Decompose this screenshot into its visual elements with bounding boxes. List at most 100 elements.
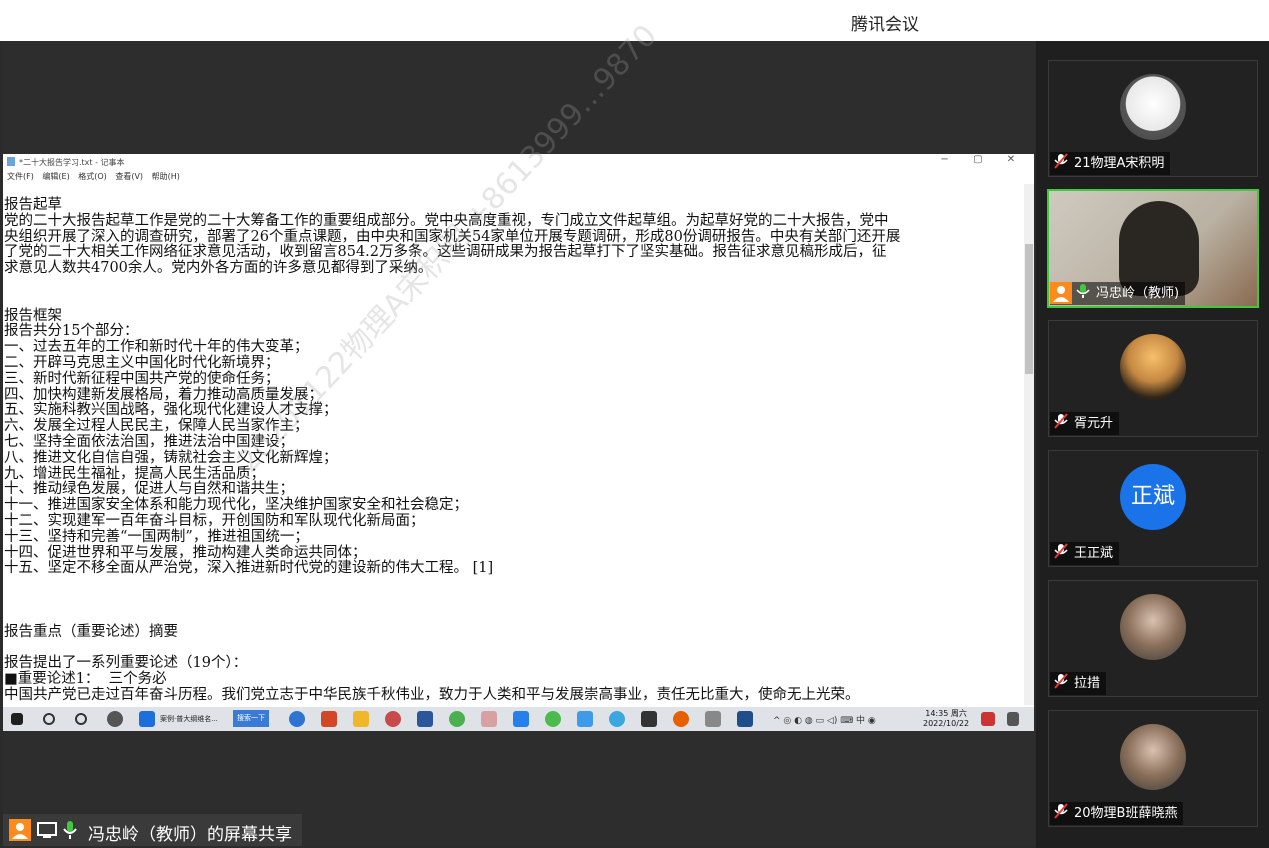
text-line: ■重要论述1： 三个务必 (4, 670, 167, 687)
text-line: 报告起草 (4, 197, 62, 213)
text-line: 二、开辟马克思主义中国化时代化新境界； (4, 354, 280, 371)
task-view-icon[interactable] (75, 713, 87, 725)
participant-tile[interactable]: 拉措 (1048, 580, 1258, 697)
notepad-text-area[interactable]: 报告起草 党的二十大报告起草工作是党的二十大筹备工作的重要组成部分。党中央高度重视… (4, 197, 1024, 704)
firefox-icon[interactable] (673, 711, 689, 727)
participant-namebar: 胥元升 (1050, 412, 1120, 435)
mic-off-icon (1054, 153, 1068, 169)
word-icon[interactable] (417, 711, 433, 727)
participant-name: 胥元升 (1074, 416, 1114, 431)
text-line: 三、新时代新征程中国共产党的使命任务； (4, 370, 280, 387)
text-line (4, 293, 1024, 309)
text-line: 四、加快构建新发展格局，着力推动高质量发展； (4, 386, 323, 403)
search-button[interactable]: 搜索一下 (233, 710, 269, 727)
text-line: 报告重点（重要论述）摘要 (4, 623, 178, 640)
mic-off-icon (1054, 543, 1068, 559)
app-titlebar: 腾讯会议 (0, 0, 1269, 41)
sunset-tree-avatar (1120, 334, 1186, 400)
text-line: 十二、实现建军一百年奋斗目标，开创国防和军队现代化新局面； (4, 512, 425, 529)
text-line (4, 640, 1024, 656)
browser-icon[interactable] (139, 711, 155, 727)
screen-share-label: 冯忠岭（教师）的屏幕共享 (3, 814, 302, 846)
text-line: 中国共产党已走过百年奋斗历程。我们党立志于中华民族千秋伟业，致力于人类和平与发展… (4, 686, 860, 703)
notepad-title: *二十大报告学习.txt - 记事本 (19, 158, 125, 167)
menu-file[interactable]: 文件(F) (7, 172, 34, 181)
text-line: 十五、坚定不移全面从严治党，深入推进新时代党的建设新的伟大工程。 [1] (4, 560, 494, 577)
app-icon[interactable] (737, 711, 753, 727)
screen-share-icon (37, 820, 57, 845)
text-line: 十一、推进国家安全体系和能力现代化，坚决维护国家安全和社会稳定； (4, 497, 468, 514)
participant-tile[interactable]: 21物理A宋积明 (1048, 60, 1258, 177)
mic-off-icon (1054, 803, 1068, 819)
notepad-window[interactable]: *二十大报告学习.txt - 记事本 − ▢ ✕ 文件(F) 编辑(E) 格式(… (3, 154, 1034, 707)
ie-icon[interactable] (449, 711, 465, 727)
participant-name: 21物理A宋积明 (1074, 156, 1165, 171)
mic-off-icon (1054, 673, 1068, 689)
text-avatar: 正斌 (1120, 464, 1186, 530)
menu-view[interactable]: 查看(V) (115, 172, 143, 181)
participant-name: 冯忠岭（教师) (1096, 286, 1180, 301)
search-icon[interactable] (43, 713, 55, 725)
participant-tile[interactable]: 正斌王正斌 (1048, 450, 1258, 567)
text-line: 六、发展全过程人民民主，保障人民当家作主； (4, 418, 309, 435)
menu-edit[interactable]: 编辑(E) (42, 172, 69, 181)
text-line: 十三、坚持和完善“一国两制”，推进祖国统一； (4, 528, 309, 545)
app-icon[interactable] (481, 711, 497, 727)
photo-avatar (1120, 724, 1186, 790)
app-icon[interactable] (705, 711, 721, 727)
notepad-menubar: 文件(F) 编辑(E) 格式(O) 查看(V) 帮助(H) (7, 171, 186, 182)
clock-date: 2022/10/22 (923, 719, 970, 728)
notepad-scrollbar[interactable] (1024, 184, 1034, 705)
cartoon-face-avatar (1120, 74, 1186, 140)
text-line: 十四、促进世界和平与发展，推动构建人类命运共同体； (4, 544, 367, 561)
meeting-icon[interactable] (513, 711, 529, 727)
text-line: 报告框架 (4, 307, 62, 324)
participant-name: 王正斌 (1074, 546, 1114, 561)
participant-namebar: 冯忠岭（教师) (1050, 282, 1186, 305)
qq-icon[interactable] (609, 711, 625, 727)
notification-icon[interactable] (981, 712, 995, 726)
host-icon (1050, 282, 1072, 304)
participant-name: 拉措 (1074, 676, 1101, 691)
participant-namebar: 20物理B班薛晓燕 (1050, 802, 1184, 825)
cloud-icon[interactable] (577, 711, 593, 727)
participant-namebar: 王正斌 (1050, 542, 1120, 565)
app-icon[interactable] (385, 711, 401, 727)
wechat-icon[interactable] (545, 711, 561, 727)
close-button[interactable]: ✕ (996, 154, 1026, 165)
participant-tile[interactable]: 20物理B班薛晓燕 (1048, 710, 1258, 827)
participant-tile[interactable]: 胥元升 (1048, 320, 1258, 437)
fan-app-icon[interactable] (107, 711, 123, 727)
maximize-button[interactable]: ▢ (963, 154, 993, 165)
menu-format[interactable]: 格式(O) (78, 172, 107, 181)
minimize-button[interactable]: − (930, 154, 960, 165)
text-line: 党的二十大报告起草工作是党的二十大筹备工作的重要组成部分。党中央高度重视，专门成… (4, 212, 889, 229)
terminal-icon[interactable] (641, 711, 657, 727)
kugou-icon[interactable] (289, 711, 305, 727)
clock-time: 14:35 周六 (925, 709, 967, 718)
menu-help[interactable]: 帮助(H) (152, 172, 180, 181)
text-line (4, 593, 1024, 609)
tray-icons[interactable]: ^ ◎ ◐ ◍ ▭ ◁) ⌨ 中 ◉ (773, 713, 876, 726)
file-explorer-icon[interactable] (353, 711, 369, 727)
text-line (4, 609, 1024, 625)
windows-start-icon[interactable] (11, 713, 23, 725)
browser-tab-label[interactable]: 案例·普大纲维名... (160, 714, 218, 724)
app-title: 腾讯会议 (851, 15, 919, 35)
text-line: 五、实施科教兴国战略，强化现代化建设人才支撑； (4, 402, 338, 419)
screen-share-text: 冯忠岭（教师）的屏幕共享 (88, 825, 292, 845)
action-center-icon[interactable] (1007, 712, 1019, 726)
windows-taskbar: 案例·普大纲维名... 搜索一下 ^ ◎ ◐ ◍ ▭ ◁) ⌨ 中 ◉ 14:3… (3, 707, 1034, 731)
notepad-icon (7, 157, 15, 166)
photo-avatar (1120, 594, 1186, 660)
taskbar-clock[interactable]: 14:35 周六 2022/10/22 (923, 709, 969, 729)
text-line: 求意见人数共4700余人。党内外各方面的许多意见都得到了采纳。 (4, 260, 433, 277)
participant-namebar: 21物理A宋积明 (1050, 152, 1171, 175)
notepad-titlebar[interactable]: *二十大报告学习.txt - 记事本 − ▢ ✕ (3, 154, 1034, 169)
scrollbar-thumb[interactable] (1025, 244, 1033, 374)
host-icon (9, 819, 31, 841)
mic-on-icon (63, 820, 77, 845)
window-controls: − ▢ ✕ (930, 154, 1026, 165)
participant-tile[interactable]: 冯忠岭（教师) (1047, 189, 1259, 308)
powerpoint-icon[interactable] (321, 711, 337, 727)
